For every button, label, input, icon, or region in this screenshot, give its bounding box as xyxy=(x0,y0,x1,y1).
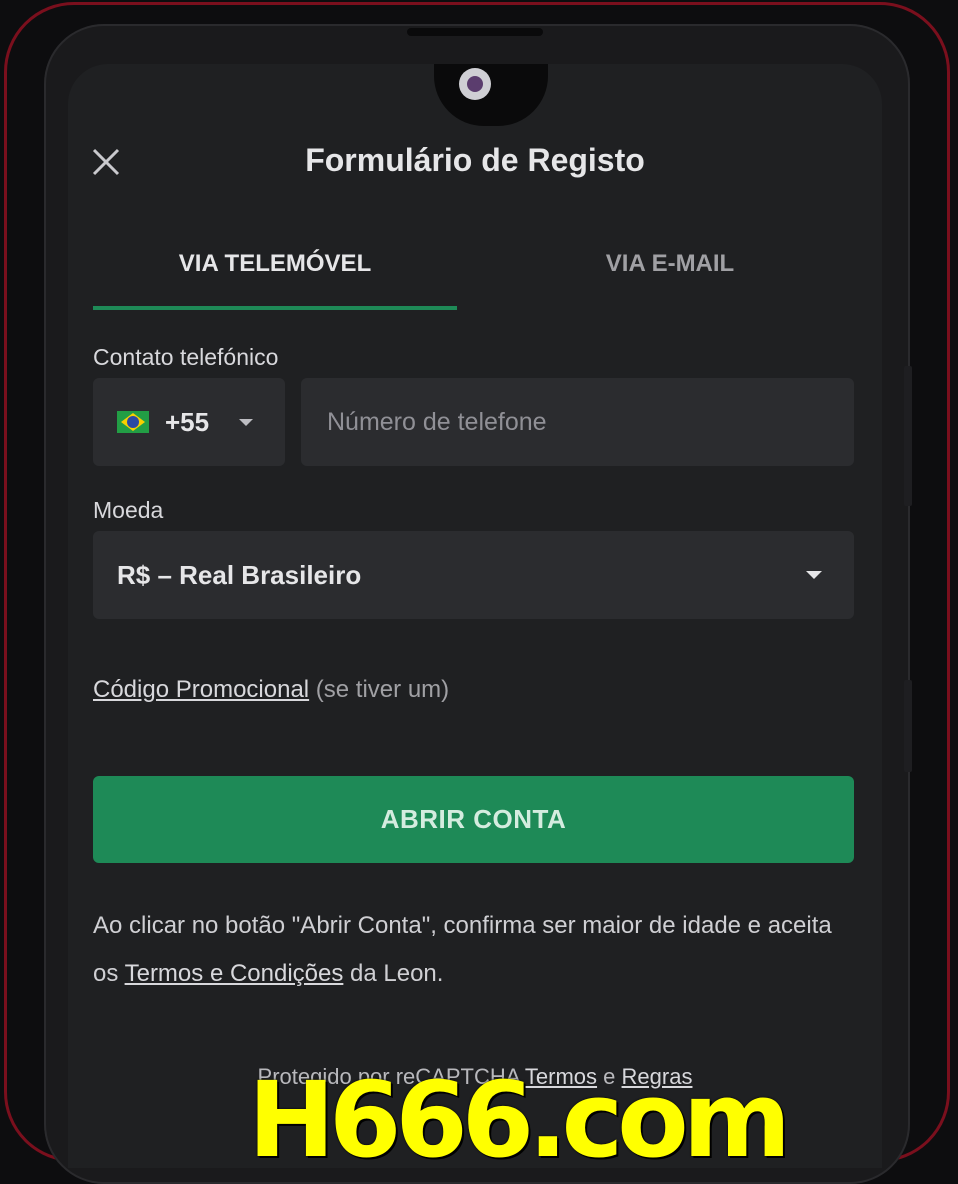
promo-hint: (se tiver um) xyxy=(315,676,450,703)
power-button xyxy=(904,680,912,772)
watermark-logo: H666.com xyxy=(248,1059,791,1181)
phone-number-input[interactable] xyxy=(301,378,854,466)
chevron-down-icon xyxy=(806,571,822,579)
currency-value: R$ – Real Brasileiro xyxy=(117,559,362,590)
screen: Formulário de Registo VIA TELEMÓVEL VIA … xyxy=(68,64,882,1168)
volume-button xyxy=(904,366,912,506)
brazil-flag-icon xyxy=(117,411,149,433)
promo-row: Código Promocional (se tiver um) xyxy=(93,676,449,704)
currency-label: Moeda xyxy=(93,497,164,523)
active-tab-indicator xyxy=(93,306,457,310)
terms-disclaimer: Ao clicar no botão "Abrir Conta", confir… xyxy=(93,902,833,998)
terms-conditions-link[interactable]: Termos e Condições xyxy=(125,960,344,987)
speaker-grille xyxy=(407,28,543,36)
notch xyxy=(434,64,548,126)
phone-label: Contato telefónico xyxy=(93,344,279,370)
tab-via-phone[interactable]: VIA TELEMÓVEL xyxy=(93,250,457,278)
page-title: Formulário de Registo xyxy=(305,142,645,178)
tab-via-email[interactable]: VIA E-MAIL xyxy=(488,250,852,278)
country-code-select[interactable]: +55 xyxy=(93,378,285,466)
open-account-button[interactable]: ABRIR CONTA xyxy=(93,776,854,863)
chevron-down-icon xyxy=(239,418,254,426)
promo-code-link[interactable]: Código Promocional xyxy=(93,676,309,703)
currency-select[interactable]: R$ – Real Brasileiro xyxy=(93,531,854,619)
camera-icon xyxy=(459,68,491,100)
disclaimer-suffix: da Leon. xyxy=(343,960,444,987)
country-code: +55 xyxy=(165,406,210,437)
